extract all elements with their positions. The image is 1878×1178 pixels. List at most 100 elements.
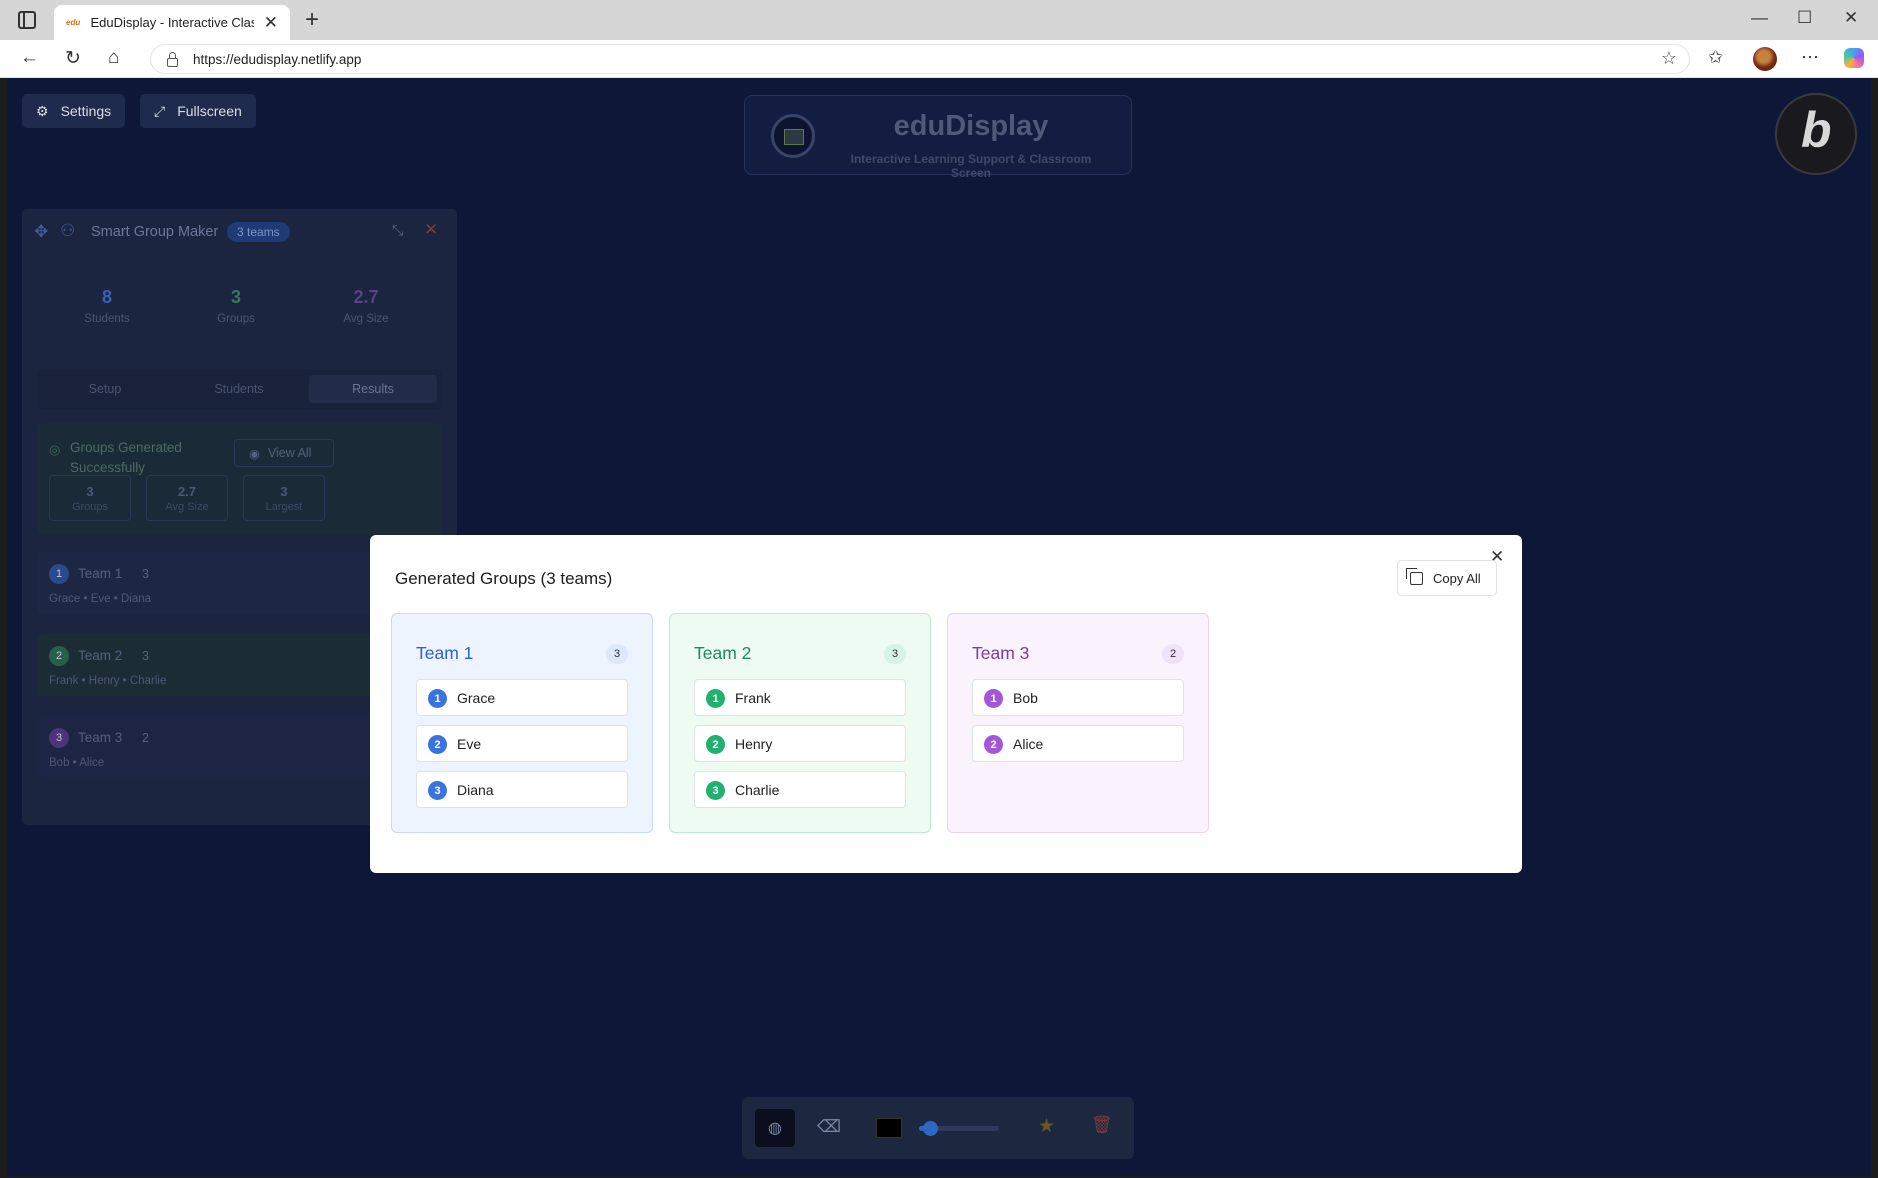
maximize-icon[interactable]: ☐	[1797, 8, 1812, 28]
close-widget-icon[interactable]: ✕	[424, 220, 438, 240]
slider-knob[interactable]	[923, 1121, 938, 1136]
tab-students[interactable]: Students	[175, 375, 303, 403]
gear-icon: ⚙	[36, 102, 49, 119]
profile-avatar[interactable]	[1753, 47, 1777, 71]
stat-avg-size: 2.7 Avg Size	[306, 287, 426, 325]
tab-close-icon[interactable]: ✕	[264, 13, 278, 33]
team-name: Team 3	[78, 730, 123, 745]
palette-icon[interactable]: ◍	[755, 1109, 795, 1147]
stat-value: 8	[101, 287, 112, 307]
settings-button[interactable]: ⚙ Settings	[22, 94, 126, 128]
tab-setup[interactable]: Setup	[41, 375, 169, 403]
team-card-title: Team 1	[416, 643, 474, 663]
browser-toolbar: ← ↻ ⌂ https://edudisplay.netlify.app ☆ ✩…	[0, 40, 1878, 78]
member-number: 1	[706, 689, 725, 708]
edu-logo-icon	[771, 114, 815, 158]
generated-summary: ◎ Groups Generated Successfully ◉ View A…	[37, 423, 442, 535]
member-item: 1 Frank	[694, 679, 906, 716]
mini-stat-label: Largest	[265, 501, 303, 513]
member-item: 2 Eve	[416, 725, 628, 762]
users-icon: ⚇	[60, 221, 76, 240]
member-item: 1 Grace	[416, 679, 628, 716]
back-icon[interactable]: ←	[20, 47, 39, 69]
stat-value: 3	[230, 287, 241, 307]
team-card-title: Team 3	[972, 643, 1030, 663]
expand-icon: ⤢	[154, 102, 166, 119]
view-all-label: View All	[267, 446, 312, 460]
member-item: 3 Charlie	[694, 771, 906, 808]
url-text[interactable]: https://edudisplay.netlify.app	[193, 52, 361, 67]
team-members: Frank • Henry • Charlie	[49, 675, 167, 687]
member-name: Bob	[1013, 690, 1038, 706]
home-icon[interactable]: ⌂	[108, 47, 119, 69]
member-number: 2	[984, 735, 1003, 754]
team-count: 3	[142, 567, 149, 581]
window-close-icon[interactable]: ✕	[1844, 8, 1858, 28]
app-title: eduDisplay	[893, 110, 1049, 142]
view-all-button[interactable]: ◉ View All	[234, 439, 334, 467]
team-members: Grace • Eve • Diana	[49, 593, 152, 605]
mini-stat-label: Groups	[71, 501, 109, 513]
team-count: 3	[142, 649, 149, 663]
more-menu-icon[interactable]: ⋯	[1801, 47, 1819, 68]
stat-label: Avg Size	[343, 313, 389, 325]
team-name: Team 2	[78, 648, 123, 663]
member-name: Grace	[457, 690, 496, 706]
favorite-star-icon[interactable]: ☆	[1661, 48, 1677, 69]
eye-icon: ◉	[249, 446, 260, 461]
member-name: Frank	[735, 690, 771, 706]
member-item: 2 Henry	[694, 725, 906, 762]
modal-title: Generated Groups (3 teams)	[395, 569, 613, 588]
bolt-badge[interactable]: b	[1775, 93, 1857, 175]
stat-label: Groups	[217, 313, 255, 325]
member-item: 1 Bob	[972, 679, 1184, 716]
generated-groups-modal: Generated Groups (3 teams) ✕ Copy All Te…	[370, 535, 1522, 873]
reload-icon[interactable]: ↻	[65, 47, 81, 70]
browser-tab[interactable]: edu EduDisplay - Interactive Classroom ✕	[54, 5, 290, 40]
color-swatch[interactable]	[876, 1118, 902, 1138]
fullscreen-button[interactable]: ⤢ Fullscreen	[140, 94, 256, 128]
member-number: 2	[706, 735, 725, 754]
tab-title: EduDisplay - Interactive Classroom	[90, 15, 254, 30]
drawing-toolbar: ◍ ⌫ ★ 🗑	[742, 1097, 1134, 1159]
member-name: Henry	[735, 736, 773, 752]
member-name: Alice	[1013, 736, 1044, 752]
tab-sidebar-icon[interactable]	[18, 11, 36, 29]
star-icon[interactable]: ★	[1038, 1115, 1055, 1138]
eraser-icon[interactable]: ⌫	[817, 1117, 841, 1137]
team-name: Team 1	[78, 566, 123, 581]
address-bar[interactable]: https://edudisplay.netlify.app ☆	[150, 44, 1690, 74]
team-card: Team 1 3 1 Grace 2 Eve 3 Diana	[391, 613, 653, 833]
team-card-count: 2	[1162, 644, 1184, 664]
lock-icon[interactable]	[167, 51, 178, 67]
copilot-icon[interactable]	[1844, 48, 1864, 68]
mini-stat-label: Avg Size	[165, 501, 209, 513]
copy-all-button[interactable]: Copy All	[1397, 560, 1497, 596]
member-number: 1	[428, 689, 447, 708]
tab-results[interactable]: Results	[309, 375, 437, 403]
minimize-widget-icon[interactable]: ⤡	[392, 222, 403, 239]
team-card-count: 3	[884, 644, 906, 664]
member-name: Eve	[457, 736, 482, 752]
copy-all-label: Copy All	[1433, 570, 1481, 586]
minimize-icon[interactable]: —	[1751, 8, 1768, 28]
member-item: 2 Alice	[972, 725, 1184, 762]
member-name: Diana	[457, 782, 494, 798]
bolt-logo-letter: b	[1801, 102, 1832, 158]
teams-badge: 3 teams	[227, 222, 290, 242]
brush-size-slider[interactable]	[919, 1121, 999, 1136]
team-members: Bob • Alice	[49, 757, 105, 769]
browser-tab-bar: edu EduDisplay - Interactive Classroom ✕…	[0, 0, 1878, 40]
app-canvas: ⚙ Settings ⤢ Fullscreen eduDisplay Inter…	[7, 78, 1871, 1176]
copy-icon	[1406, 567, 1423, 585]
settings-label: Settings	[60, 103, 112, 119]
member-number: 2	[428, 735, 447, 754]
favorites-icon[interactable]: ✩	[1708, 47, 1723, 68]
favicon-icon: edu	[66, 18, 81, 27]
generated-title: Groups Generated Successfully	[70, 440, 182, 475]
member-number: 3	[428, 781, 447, 800]
trash-icon[interactable]: 🗑	[1091, 1115, 1113, 1135]
new-tab-icon[interactable]: +	[305, 6, 319, 34]
widget-title: Smart Group Maker	[91, 224, 219, 240]
move-handle-icon[interactable]: ✥	[34, 222, 48, 242]
